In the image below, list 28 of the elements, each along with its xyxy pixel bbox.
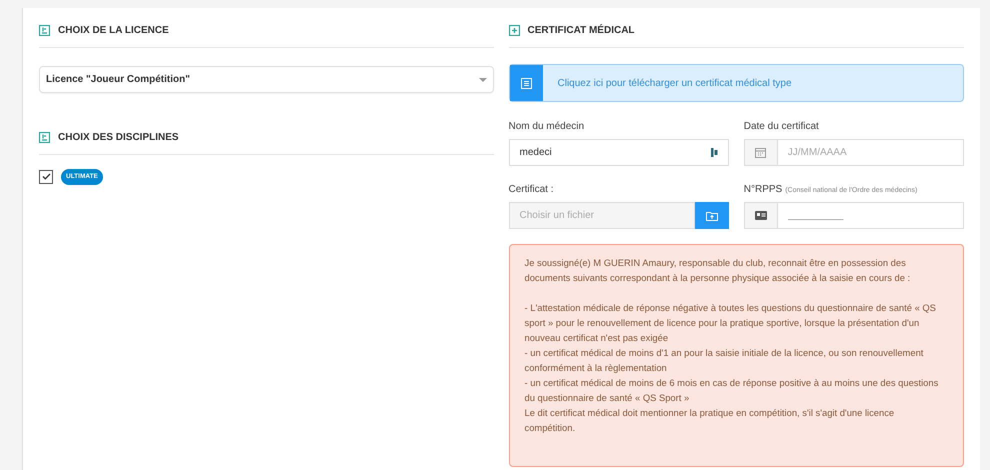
notice-text: Je soussigné(e) M GUERIN Amaury, responsable du club, reconnait être en possession des documents suivants correspondant à la personne physique associée à la saisie en cours de : [524,256,912,285]
doctor-name-field[interactable]: medeci [508,139,729,166]
folder-upload-icon [706,210,718,220]
document-icon [520,78,532,88]
checkbox[interactable] [39,170,53,184]
calendar-icon [755,147,766,158]
section-title: CERTIFICAT MÉDICAL [528,23,635,38]
field-label: Date du certificat [744,120,820,133]
document-icon [39,25,50,36]
notice-text: - un certificat médical de moins d'1 an pour la saisie initiale de la licence, ou son renouvellement conformément à la règlementation [524,346,924,375]
field-label: Certificat : [508,183,555,196]
field-label: N°RPPS [744,183,782,197]
plus-square-icon [508,25,520,36]
section-title: CHOIX DES DISCIPLINES [58,131,179,145]
date-field[interactable]: JJ/MM/AAAA [778,139,964,166]
field-label: Nom du médecin [508,120,586,133]
check-icon [42,173,50,180]
section-title: CHOIX DE LA LICENCE [58,24,169,38]
notice-text: - un certificat médical de moins de 6 mois en cas de réponse positive à au moins une des questions du questionnaire de santé « QS Sport » [524,376,940,405]
document-icon [39,132,50,143]
notice-text: Le dit certificat médical doit mentionner la pratique en compétition, s'il s'agit d'une licence compétition. [524,406,896,435]
id-card-icon [754,211,767,220]
licence-select[interactable]: Licence "Joueur Compétition" [39,66,494,93]
upload-button[interactable] [694,202,729,229]
notice-text: - L'attestation médicale de réponse négative à toutes les questions du questionnaire de santé « QS sport » pour le renouvellement de licence pour la pratique sportive, lorsque la présentation d'un nouveau certificat n'est pas exigée [524,301,937,345]
caret-icon [478,78,486,82]
file-field[interactable]: Choisir un fichier [508,202,695,229]
rpps-field[interactable]: __________ [778,202,964,229]
